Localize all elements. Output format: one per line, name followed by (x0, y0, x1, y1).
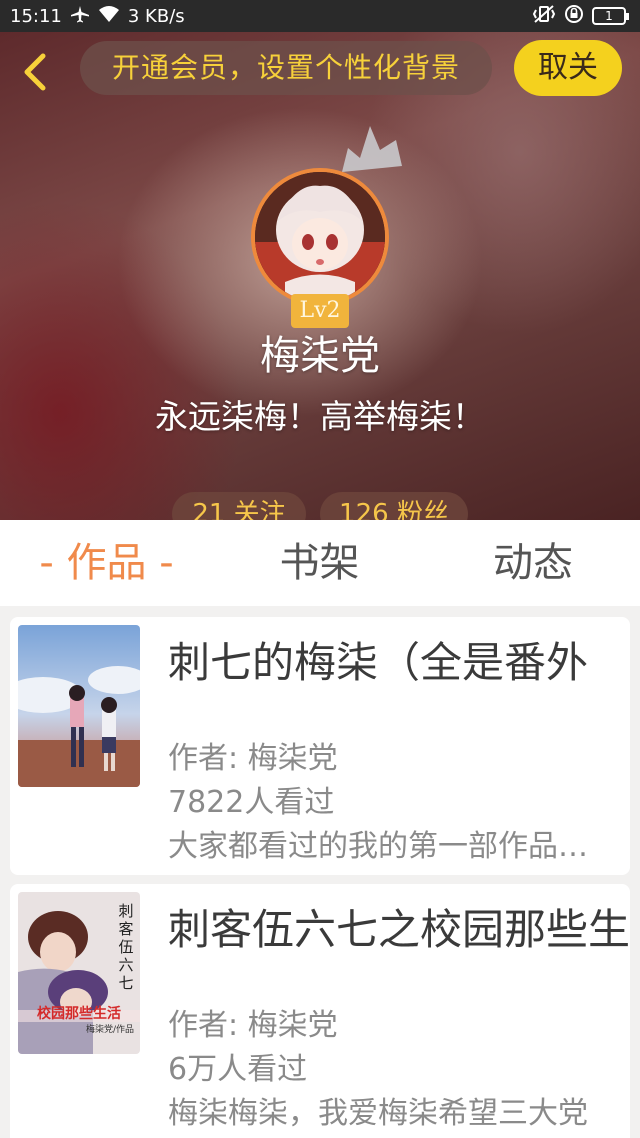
avatar-image (255, 172, 385, 302)
status-left: 15:11 3 KB/s (10, 5, 185, 28)
svg-text:伍: 伍 (118, 938, 133, 956)
work-description: 梅柒梅柒，我爱梅柒希望三大党 (168, 1096, 588, 1131)
tab-activity[interactable]: 动态 (426, 520, 640, 606)
work-views: 6万人看过 (168, 1052, 308, 1087)
following-count[interactable]: 21 关注 (172, 492, 306, 520)
work-card[interactable]: 刺 客 伍 六 七 校园那些生活 梅柒党/作品 刺客伍六七之校园那些生 作者: … (10, 884, 630, 1138)
book-cover (18, 625, 140, 787)
chevron-left-icon (24, 53, 46, 91)
vip-background-banner[interactable]: 开通会员，设置个性化背景 (80, 41, 492, 95)
status-time: 15:11 (10, 5, 62, 27)
tab-bookshelf[interactable]: 书架 (213, 520, 426, 606)
airplane-icon (70, 5, 90, 28)
status-bar: 15:11 3 KB/s 1 (0, 0, 640, 32)
back-button[interactable] (12, 50, 56, 94)
svg-text:校园那些生活: 校园那些生活 (37, 1005, 121, 1022)
work-card[interactable]: 刺七的梅柒（全是番外 作者: 梅柒党 7822人看过 大家都看过的我的第一部作品… (10, 617, 630, 875)
svg-text:客: 客 (118, 920, 133, 938)
rotation-lock-icon (564, 4, 584, 29)
work-title: 刺七的梅柒（全是番外 (168, 638, 589, 687)
svg-text:六: 六 (118, 956, 133, 974)
work-title: 刺客伍六七之校园那些生 (168, 905, 630, 954)
battery-icon: 1 (592, 7, 629, 25)
work-author: 作者: 梅柒党 (168, 1008, 338, 1043)
svg-text:七: 七 (118, 974, 133, 992)
level-badge: Lv2 (291, 294, 349, 328)
book-cover: 刺 客 伍 六 七 校园那些生活 梅柒党/作品 (18, 892, 140, 1054)
work-author: 作者: 梅柒党 (168, 741, 338, 776)
svg-text:梅柒党/作品: 梅柒党/作品 (86, 1023, 134, 1035)
username: 梅柒党 (260, 333, 380, 379)
avatar[interactable] (251, 168, 389, 306)
tab-bar: - 作品 - 书架 动态 (0, 520, 640, 606)
network-speed: 3 KB/s (127, 5, 185, 27)
svg-text:刺: 刺 (118, 902, 133, 920)
status-right: 1 (532, 4, 629, 29)
unfollow-button[interactable]: 取关 (514, 40, 622, 96)
user-signature: 永远柒梅！高举梅柒！ (155, 397, 485, 436)
work-description: 大家都看过的我的第一部作品… (168, 829, 588, 864)
vibrate-icon (532, 4, 556, 29)
work-views: 7822人看过 (168, 785, 335, 820)
profile-header: 开通会员，设置个性化背景 取关 Lv2 梅柒党 永远柒梅！高举梅柒！ 21 关注… (0, 32, 640, 520)
tab-works[interactable]: - 作品 - (0, 520, 213, 606)
followers-count[interactable]: 126 粉丝 (320, 492, 468, 520)
wifi-icon (98, 5, 120, 28)
